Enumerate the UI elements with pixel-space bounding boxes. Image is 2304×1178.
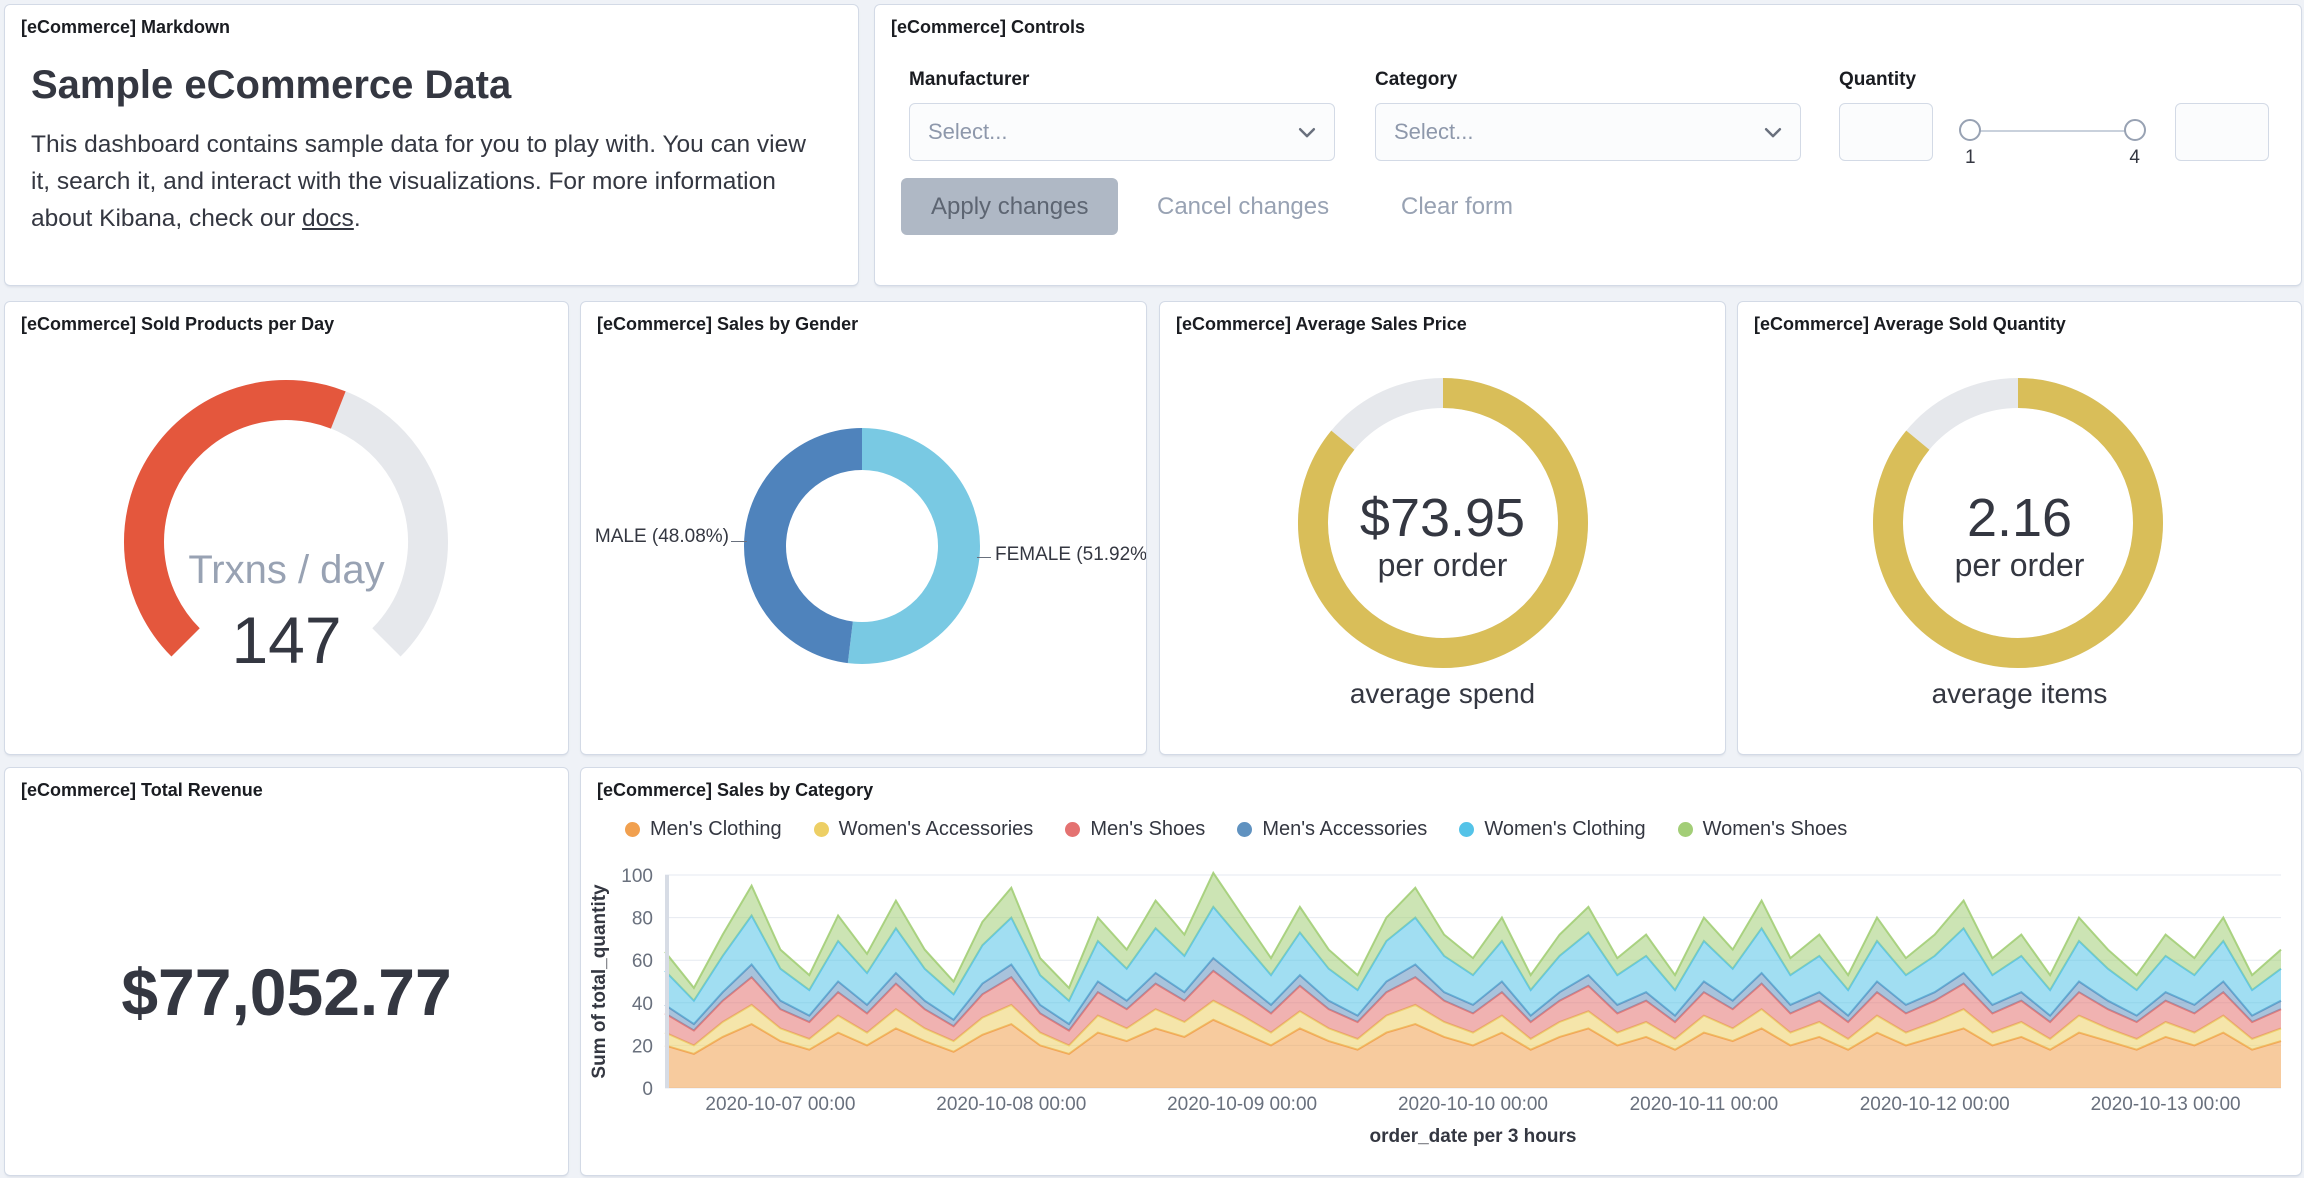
panel-sold-products-per-day: [eCommerce] Sold Products per Day Trxns … [4, 301, 569, 755]
legend-label: Women's Clothing [1484, 818, 1646, 840]
legend-item[interactable]: Women's Accessories [813, 818, 1034, 841]
quantity-slider[interactable]: 1 4 [1959, 103, 2146, 169]
legend-dot [1237, 822, 1253, 837]
female-label-connector [977, 557, 991, 558]
legend-dot [625, 822, 640, 837]
legend-label: Men's Clothing [650, 818, 782, 840]
svg-text:40: 40 [632, 994, 653, 1015]
panel-total-revenue: [eCommerce] Total Revenue $77,052.77 [4, 767, 569, 1176]
legend-dot [1677, 822, 1693, 837]
legend-item[interactable]: Men's Shoes [1065, 818, 1205, 841]
avg-qty-caption: average items [1931, 678, 2108, 709]
slider-min-value: 1 [1965, 147, 1976, 168]
legend-label: Men's Shoes [1090, 818, 1206, 840]
female-slice-label: FEMALE (51.92%) [995, 544, 1147, 565]
legend-label: Women's Shoes [1702, 818, 1848, 840]
svg-text:2020-10-12 00:00: 2020-10-12 00:00 [1860, 1094, 2010, 1115]
panel-sales-by-category: [eCommerce] Sales by Category Men's Clot… [580, 767, 2302, 1176]
svg-text:2020-10-10 00:00: 2020-10-10 00:00 [1398, 1094, 1548, 1115]
svg-text:60: 60 [632, 951, 653, 972]
panel-controls: [eCommerce] Controls Manufacturer Select… [874, 4, 2302, 286]
svg-text:20: 20 [632, 1036, 653, 1057]
markdown-text: This dashboard contains sample data for … [31, 131, 806, 232]
legend-item[interactable]: Women's Shoes [1677, 818, 1848, 841]
clear-form-button[interactable]: Clear form [1401, 178, 1513, 235]
gauge-value: 147 [231, 603, 342, 677]
legend-item[interactable]: Women's Clothing [1459, 818, 1646, 841]
goal-center: 2.16 per order [1738, 488, 2301, 582]
avg-price-caption: average spend [1349, 678, 1536, 709]
sales-by-category-chart: 0 20 40 60 80 100 2020-10-07 00:00 2020-10-08 0… [589, 866, 2282, 1147]
quantity-min-input[interactable] [1839, 103, 1933, 161]
panel-average-sold-quantity: [eCommerce] Average Sold Quantity 2.16 p… [1737, 301, 2302, 755]
avg-qty-value: 2.16 [1966, 488, 2073, 548]
gauge-label: Trxns / day [188, 548, 385, 592]
svg-text:0: 0 [642, 1079, 653, 1100]
docs-link[interactable]: docs [302, 205, 354, 232]
panel-title: [eCommerce] Sales by Category [597, 780, 874, 800]
category-label: Category [1375, 69, 1458, 90]
avg-price-subtitle: per order [1377, 547, 1508, 583]
slider-thumb-min[interactable] [1959, 119, 1981, 141]
category-select[interactable]: Select... [1375, 103, 1801, 161]
legend-dot [1065, 822, 1081, 837]
markdown-content: Sample eCommerce Data This dashboard con… [31, 63, 827, 237]
panel-title: [eCommerce] Markdown [21, 17, 231, 37]
legend-item[interactable]: Men's Accessories [1237, 818, 1427, 841]
svg-text:order_date per 3 hours: order_date per 3 hours [1370, 1126, 1577, 1147]
quantity-max-input[interactable] [2175, 103, 2269, 161]
svg-text:Sum of total_quantity: Sum of total_quantity [589, 884, 610, 1079]
legend-label: Men's Accessories [1262, 818, 1428, 840]
manufacturer-select[interactable]: Select... [909, 103, 1335, 161]
svg-text:2020-10-08 00:00: 2020-10-08 00:00 [936, 1094, 1086, 1115]
category-placeholder: Select... [1394, 119, 1474, 144]
panel-sales-by-gender: [eCommerce] Sales by Gender MALE (48.08%… [580, 301, 1147, 755]
male-label-connector [731, 541, 747, 542]
quantity-label: Quantity [1839, 69, 1917, 90]
avg-qty-subtitle: per order [1954, 547, 2085, 583]
chevron-down-icon [1764, 128, 1782, 138]
apply-changes-button[interactable]: Apply changes [901, 178, 1119, 235]
svg-text:2020-10-11 00:00: 2020-10-11 00:00 [1630, 1094, 1779, 1115]
svg-text:100: 100 [621, 866, 653, 887]
manufacturer-label: Manufacturer [909, 69, 1030, 90]
legend-item[interactable]: Men's Clothing [625, 818, 782, 841]
avg-price-value: $73.95 [1359, 488, 1526, 548]
slider-max-value: 4 [2129, 147, 2140, 168]
total-revenue-value: $77,052.77 [121, 955, 452, 1029]
legend-dot [1459, 822, 1475, 837]
manufacturer-placeholder: Select... [928, 119, 1008, 144]
markdown-heading: Sample eCommerce Data [31, 63, 512, 107]
panel-title: [eCommerce] Controls [891, 17, 1086, 37]
panel-markdown: [eCommerce] Markdown Sample eCommerce Da… [4, 4, 859, 286]
sold-products-gauge-chart [124, 379, 448, 657]
svg-text:2020-10-07 00:00: 2020-10-07 00:00 [705, 1094, 855, 1115]
panel-title: [eCommerce] Total Revenue [21, 780, 263, 800]
markdown-text-end: . [353, 205, 361, 232]
legend-label: Women's Accessories [838, 818, 1034, 840]
slider-thumb-max[interactable] [2124, 119, 2146, 141]
chevron-down-icon [1298, 128, 1316, 138]
svg-text:2020-10-13 00:00: 2020-10-13 00:00 [2091, 1094, 2241, 1115]
male-slice-label: MALE (48.08%) [594, 526, 729, 547]
svg-text:2020-10-09 00:00: 2020-10-09 00:00 [1167, 1094, 1317, 1115]
slider-track [1969, 130, 2136, 132]
category-legend: Men's Clothing Women's Accessories Men's S… [625, 818, 1847, 841]
markdown-body: This dashboard contains sample data for … [31, 126, 827, 237]
goal-center: $73.95 per order [1160, 488, 1725, 582]
legend-dot [813, 822, 829, 837]
panel-average-sales-price: [eCommerce] Average Sales Price $73.95 p… [1159, 301, 1726, 755]
svg-text:80: 80 [632, 909, 653, 930]
cancel-changes-button[interactable]: Cancel changes [1157, 178, 1329, 235]
